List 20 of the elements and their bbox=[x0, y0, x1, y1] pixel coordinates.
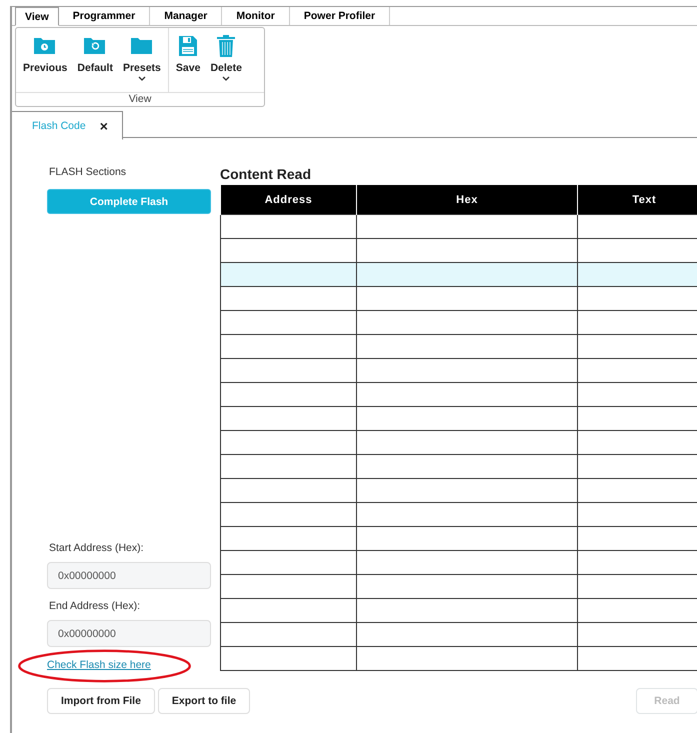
field-label: Start Address (Hex): bbox=[49, 542, 145, 554]
ribbon-button[interactable]: Presets bbox=[118, 32, 165, 92]
group-caption: View bbox=[16, 92, 264, 106]
column-header: Address bbox=[220, 185, 356, 214]
section-label: FLASH Sections bbox=[49, 166, 128, 178]
document-tab[interactable]: Flash Code × bbox=[12, 111, 123, 140]
input-field[interactable]: 0x00000000 bbox=[47, 620, 211, 647]
ribbon-button[interactable]: Delete bbox=[206, 32, 246, 92]
table-title: Content Read bbox=[220, 166, 312, 182]
column-header: Text bbox=[578, 185, 697, 214]
menu-tab[interactable]: View bbox=[15, 7, 59, 26]
ribbon-button[interactable]: Default bbox=[73, 32, 117, 92]
ribbon-button[interactable]: Previous bbox=[19, 32, 72, 92]
field-label: End Address (Hex): bbox=[49, 600, 142, 612]
column-header: Hex bbox=[356, 185, 578, 214]
input-field[interactable]: 0x00000000 bbox=[47, 562, 211, 589]
close-button[interactable]: × bbox=[100, 118, 108, 134]
file-button[interactable]: Import from File bbox=[47, 688, 155, 714]
ribbon-button[interactable]: Save bbox=[172, 32, 204, 92]
file-button[interactable]: Export to file bbox=[158, 688, 250, 714]
